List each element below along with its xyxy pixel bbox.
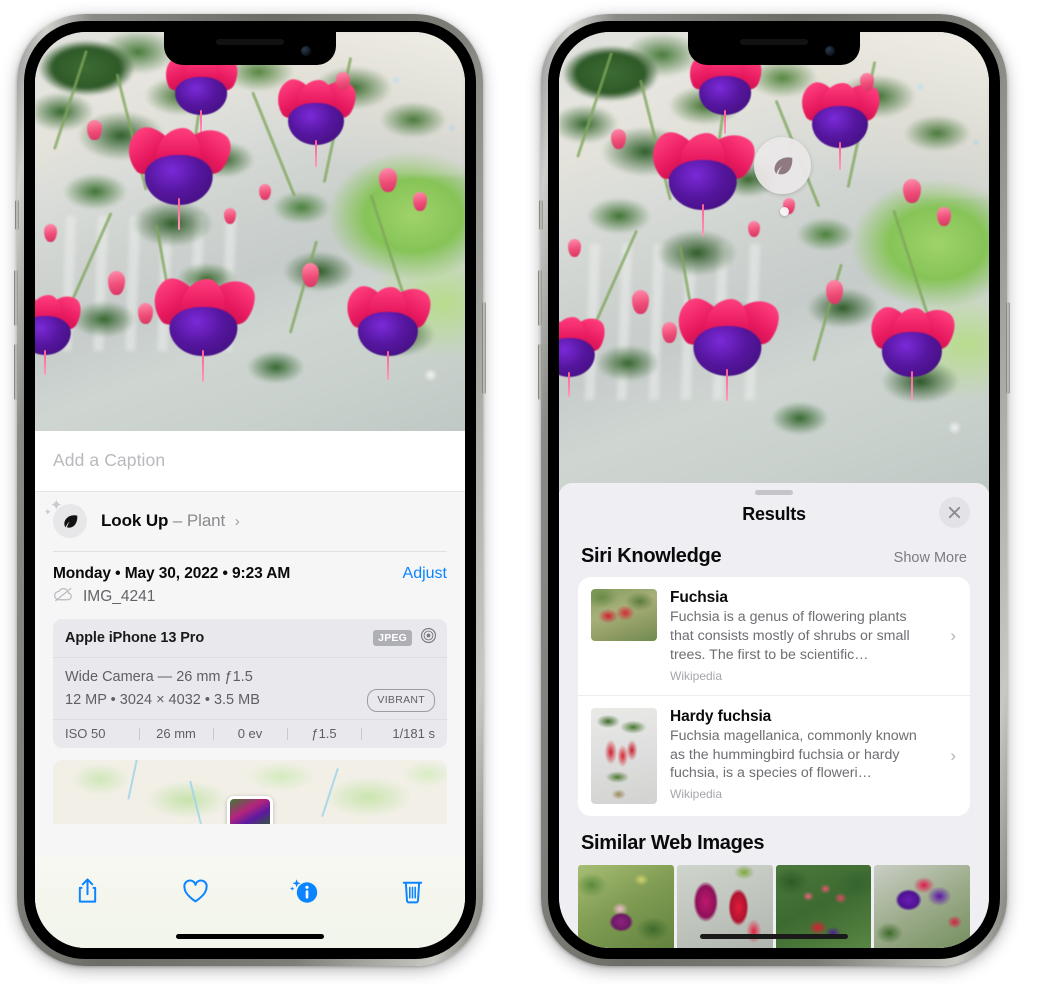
left-phone-screen: Add a Caption ✦ ✦ Look Up – Plant › Mond… bbox=[35, 32, 465, 948]
photo-pin[interactable] bbox=[227, 796, 273, 825]
knowledge-text: Fuchsia Fuchsia is a genus of flowering … bbox=[670, 589, 933, 683]
similar-web-images-title: Similar Web Images bbox=[581, 831, 765, 854]
right-phone-bezel: Results Siri Knowledge Show More Fuchsia… bbox=[548, 21, 1000, 959]
location-map-strip[interactable] bbox=[53, 760, 447, 825]
exif-header: Apple iPhone 13 Pro JPEG bbox=[53, 619, 447, 658]
aperture-icon bbox=[420, 627, 437, 649]
file-name: IMG_4241 bbox=[83, 588, 156, 605]
volume-down-button[interactable] bbox=[14, 344, 18, 400]
results-title: Results bbox=[742, 504, 806, 524]
visual-lookup-anchor-dot bbox=[780, 207, 789, 216]
exif-stats-row: ISO 50 26 mm 0 ev ƒ1.5 1/181 s bbox=[53, 719, 447, 748]
caption-field-row[interactable]: Add a Caption bbox=[35, 431, 465, 492]
power-button[interactable] bbox=[1006, 302, 1010, 394]
look-up-label: Look Up – Plant › bbox=[101, 511, 240, 531]
web-image-4[interactable] bbox=[874, 864, 970, 948]
exif-body: Wide Camera — 26 mm ƒ1.5 12 MP • 3024 × … bbox=[53, 658, 447, 719]
siri-knowledge-header: Siri Knowledge Show More bbox=[559, 529, 989, 577]
leaf-icon bbox=[53, 504, 87, 538]
knowledge-description: Fuchsia is a genus of flowering plants t… bbox=[670, 609, 910, 663]
siri-knowledge-title: Siri Knowledge bbox=[581, 545, 722, 567]
hardy-fuchsia-thumbnail bbox=[591, 707, 657, 804]
look-up-title: Look Up bbox=[101, 511, 169, 530]
volume-up-button[interactable] bbox=[538, 270, 542, 326]
results-sheet: Results Siri Knowledge Show More Fuchsia… bbox=[559, 483, 989, 948]
favorite-button[interactable] bbox=[174, 872, 218, 910]
notch bbox=[164, 32, 336, 65]
caption-placeholder[interactable]: Add a Caption bbox=[53, 450, 447, 471]
notch bbox=[688, 32, 860, 65]
knowledge-source: Wikipedia bbox=[670, 787, 723, 802]
info-button[interactable] bbox=[282, 872, 326, 910]
exif-card[interactable]: Apple iPhone 13 Pro JPEG Wide Camera — 2… bbox=[53, 619, 447, 749]
home-indicator[interactable] bbox=[176, 934, 324, 939]
knowledge-source: Wikipedia bbox=[670, 668, 723, 683]
bokeh-highlights bbox=[559, 32, 989, 492]
date-row: Monday • May 30, 2022 • 9:23 AM Adjust bbox=[53, 552, 447, 585]
mute-switch[interactable] bbox=[539, 200, 543, 230]
bokeh-highlights bbox=[35, 32, 465, 431]
chevron-right-icon: › bbox=[950, 745, 956, 765]
front-camera-icon bbox=[825, 46, 835, 56]
size-info: 12 MP • 3024 × 4032 • 3.5 MB bbox=[65, 692, 260, 709]
knowledge-item[interactable]: Fuchsia Fuchsia is a genus of flowering … bbox=[578, 577, 970, 695]
close-button[interactable] bbox=[939, 497, 970, 528]
right-phone-screen: Results Siri Knowledge Show More Fuchsia… bbox=[559, 32, 989, 948]
front-camera-icon bbox=[301, 46, 311, 56]
leaf-icon bbox=[774, 156, 792, 174]
look-up-separator: – bbox=[172, 511, 183, 530]
web-image-1[interactable] bbox=[578, 864, 674, 948]
photo-fuchsia-flowers[interactable] bbox=[559, 32, 989, 492]
share-button[interactable] bbox=[65, 872, 109, 910]
siri-knowledge-card: Fuchsia Fuchsia is a genus of flowering … bbox=[578, 577, 970, 816]
volume-down-button[interactable] bbox=[538, 344, 542, 400]
photo-info-sheet: Add a Caption ✦ ✦ Look Up – Plant › Mond… bbox=[35, 431, 465, 948]
photographic-style-badge: VIBRANT bbox=[367, 689, 435, 713]
format-badge: JPEG bbox=[373, 630, 412, 646]
chevron-right-icon: › bbox=[950, 625, 956, 645]
visual-lookup-badge[interactable] bbox=[754, 137, 811, 194]
earpiece-speaker bbox=[216, 39, 284, 45]
exif-stat: 26 mm bbox=[139, 726, 213, 741]
exif-stat: ƒ1.5 bbox=[287, 726, 361, 741]
icloud-slash-icon bbox=[53, 587, 74, 607]
metadata-block: Monday • May 30, 2022 • 9:23 AM Adjust I… bbox=[35, 551, 465, 619]
delete-button[interactable] bbox=[391, 872, 435, 910]
sparkle-icon-small: ✦ bbox=[44, 507, 52, 517]
file-row: IMG_4241 bbox=[53, 585, 447, 619]
right-iphone-device: Results Siri Knowledge Show More Fuchsia… bbox=[538, 14, 1010, 966]
look-up-subject: Plant bbox=[186, 511, 226, 530]
knowledge-title: Fuchsia bbox=[670, 589, 728, 606]
results-header: Results bbox=[559, 495, 989, 529]
similar-web-images-header: Similar Web Images bbox=[559, 816, 989, 862]
lens-info: Wide Camera — 26 mm ƒ1.5 bbox=[65, 669, 253, 685]
look-up-icon-group: ✦ ✦ bbox=[44, 498, 87, 538]
home-indicator[interactable] bbox=[700, 934, 848, 939]
photo-fuchsia-flowers[interactable] bbox=[35, 32, 465, 431]
device-name: Apple iPhone 13 Pro bbox=[65, 630, 205, 646]
size-info-row: 12 MP • 3024 × 4032 • 3.5 MB VIBRANT bbox=[65, 689, 435, 713]
capture-date: Monday • May 30, 2022 • 9:23 AM bbox=[53, 565, 291, 582]
knowledge-item[interactable]: Hardy fuchsia Fuchsia magellanica, commo… bbox=[578, 694, 970, 816]
mute-switch[interactable] bbox=[15, 200, 19, 230]
show-more-button[interactable]: Show More bbox=[894, 550, 967, 566]
look-up-row[interactable]: ✦ ✦ Look Up – Plant › bbox=[35, 492, 465, 551]
knowledge-title: Hardy fuchsia bbox=[670, 707, 772, 725]
close-icon bbox=[948, 506, 961, 519]
knowledge-description: Fuchsia magellanica, commonly known as t… bbox=[670, 727, 917, 782]
left-phone-bezel: Add a Caption ✦ ✦ Look Up – Plant › Mond… bbox=[24, 21, 476, 959]
screenshot-stage: Add a Caption ✦ ✦ Look Up – Plant › Mond… bbox=[0, 0, 1055, 985]
left-iphone-device: Add a Caption ✦ ✦ Look Up – Plant › Mond… bbox=[14, 14, 486, 966]
exif-header-badges: JPEG bbox=[373, 627, 437, 649]
exif-stat: ISO 50 bbox=[65, 726, 106, 742]
chevron-right-icon: › bbox=[234, 513, 240, 530]
earpiece-speaker bbox=[740, 39, 808, 45]
power-button[interactable] bbox=[482, 302, 486, 394]
exif-stat: 0 ev bbox=[213, 726, 287, 741]
exif-stat: 1/181 s bbox=[361, 726, 437, 741]
adjust-button[interactable]: Adjust bbox=[403, 565, 447, 583]
fuchsia-thumbnail bbox=[591, 589, 657, 641]
knowledge-text: Hardy fuchsia Fuchsia magellanica, commo… bbox=[670, 708, 933, 802]
volume-up-button[interactable] bbox=[14, 270, 18, 326]
